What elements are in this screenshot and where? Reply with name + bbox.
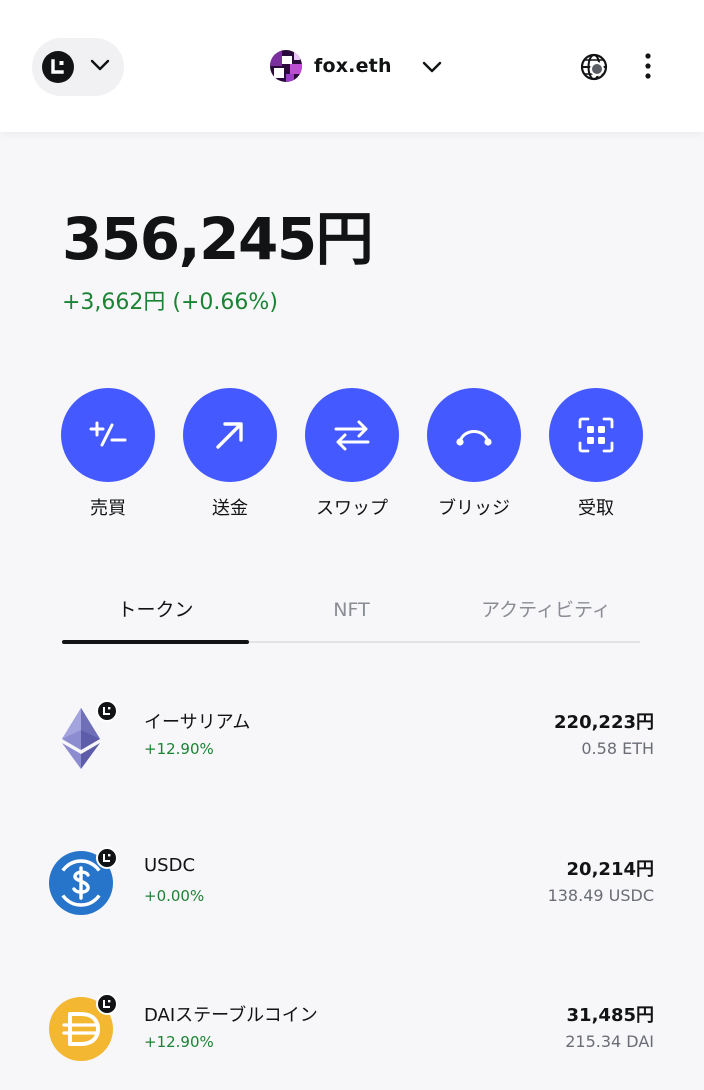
send-label: 送金 [212,498,248,519]
chevron-down-icon [90,59,110,71]
globe-connection-icon[interactable] [578,51,610,83]
token-row-dai[interactable]: DAIステーブルコイン +12.90% 31,485円 215.34 DAI [48,993,656,1090]
network-badge-icon [96,993,118,1015]
buy-sell-label: 売買 [90,498,126,519]
total-balance: 356,245円 [62,205,374,273]
token-change: +12.90% [144,1033,214,1051]
swap-button[interactable]: スワップ [304,388,400,519]
token-name: イーサリアム [144,712,251,733]
account-avatar-icon [270,50,302,82]
bridge-button[interactable]: ブリッジ [426,388,522,519]
token-name: USDC [144,855,196,876]
scan-qr-icon [549,388,643,482]
token-row-eth[interactable]: イーサリアム +12.90% 220,223円 0.58 ETH [48,700,656,808]
swap-arrows-icon [305,388,399,482]
tab-nft[interactable]: NFT [258,590,445,640]
network-selector[interactable] [32,38,124,96]
network-badge-icon [96,700,118,722]
tab-tokens[interactable]: トークン [62,590,249,640]
token-row-usdc[interactable]: USDC +0.00% 20,214円 138.49 USDC [48,847,656,955]
receive-button[interactable]: 受取 [548,388,644,519]
token-fiat-value: 20,214円 [566,859,654,880]
active-tab-indicator [62,640,249,644]
bridge-label: ブリッジ [438,498,510,519]
tab-activity[interactable]: アクティビティ [452,590,640,640]
token-change: +12.90% [144,740,214,758]
more-vertical-icon[interactable] [638,52,658,80]
balance-change: +3,662円 (+0.66%) [62,290,278,315]
arrow-up-right-icon [183,388,277,482]
token-name: DAIステーブルコイン [144,1005,318,1026]
token-amount: 215.34 DAI [565,1032,654,1051]
bridge-arc-icon [427,388,521,482]
account-selector[interactable]: fox.eth [270,48,442,84]
account-name: fox.eth [314,55,392,77]
app-header: fox.eth [0,0,704,132]
token-change: +0.00% [144,887,205,905]
token-amount: 0.58 ETH [581,739,654,758]
token-fiat-value: 220,223円 [554,712,654,733]
token-amount: 138.49 USDC [547,886,654,905]
asset-tabs: トークン NFT アクティビティ [62,590,640,646]
network-badge-icon [96,847,118,869]
network-avatar-icon [42,51,74,83]
chevron-down-icon [422,61,441,73]
swap-label: スワップ [316,498,388,519]
send-button[interactable]: 送金 [182,388,278,519]
token-fiat-value: 31,485円 [566,1005,654,1026]
plus-minus-icon [61,388,155,482]
action-bar: 売買 送金 スワップ ブリッジ 受取 [60,388,644,519]
receive-label: 受取 [578,498,614,519]
buy-sell-button[interactable]: 売買 [60,388,156,519]
